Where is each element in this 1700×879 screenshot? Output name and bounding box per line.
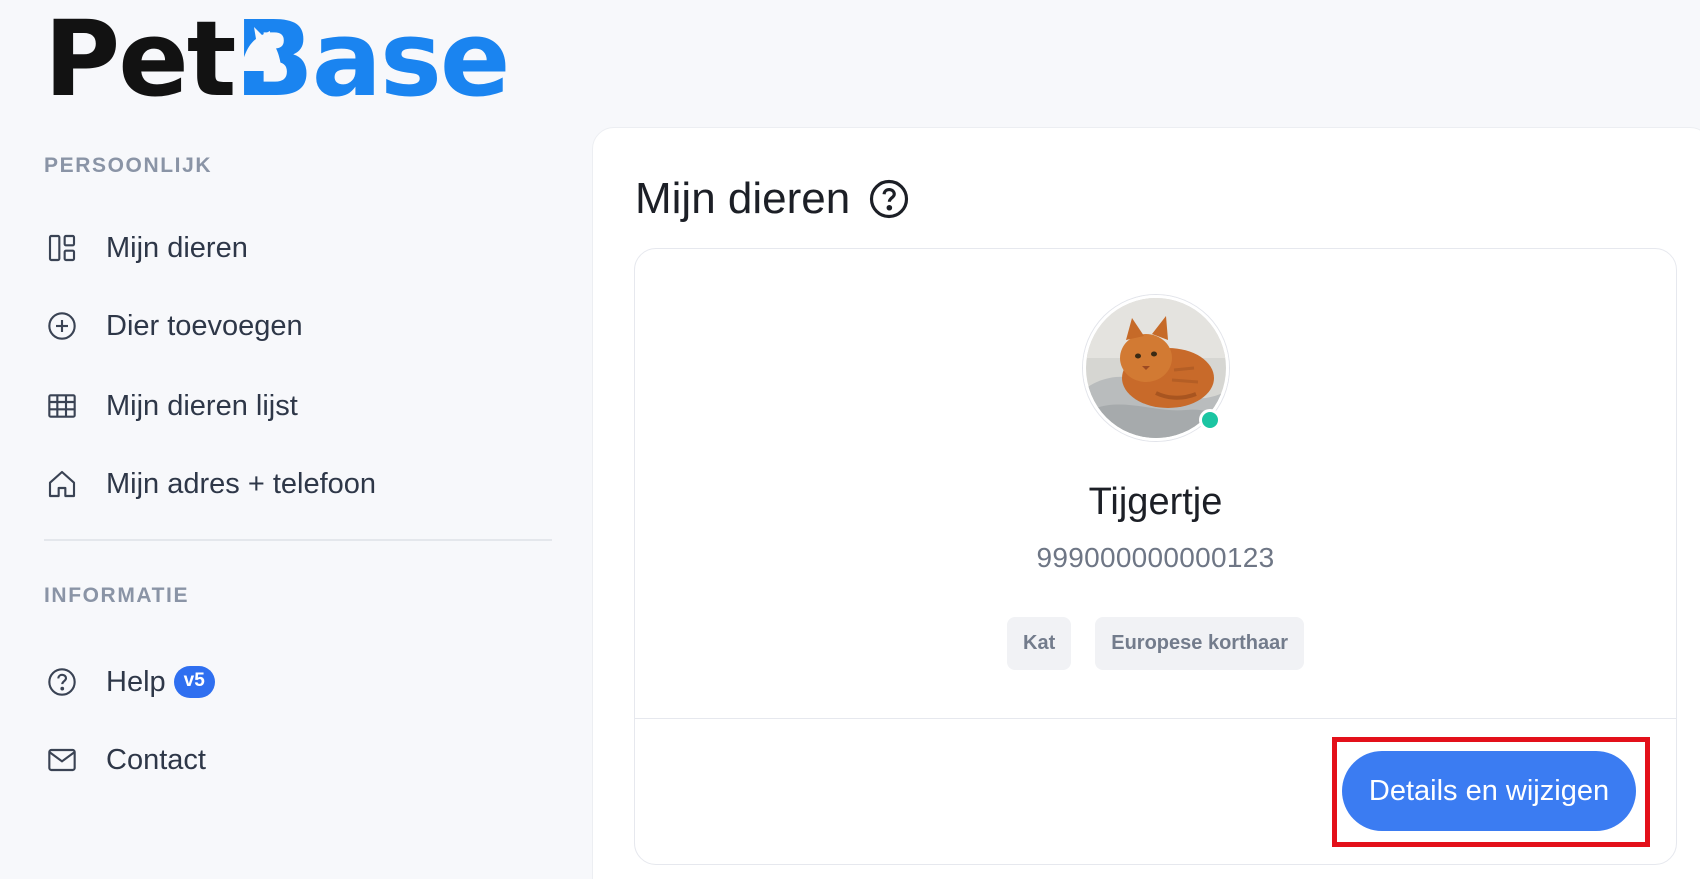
section-title-personal: PERSOONLIJK <box>44 154 213 177</box>
tag-species: Kat <box>1007 617 1072 670</box>
sidebar-item-mijn-adres[interactable]: Mijn adres + telefoon <box>44 464 376 504</box>
sidebar-item-label: Contact <box>106 743 206 776</box>
question-circle-icon[interactable] <box>868 178 910 220</box>
sidebar-divider <box>44 539 552 541</box>
question-circle-icon <box>44 664 80 700</box>
sidebar-item-label: Help <box>106 665 166 698</box>
main-panel: Mijn dieren Tijgertje 999000000000123 Ka… <box>592 127 1700 879</box>
petbase-logo[interactable]: PetBase <box>44 0 511 120</box>
home-icon <box>44 466 80 502</box>
sidebar-item-label: Mijn dieren lijst <box>106 389 298 422</box>
sidebar-item-label: Dier toevoegen <box>106 309 303 342</box>
logo-cat-silhouette-icon <box>240 27 283 71</box>
pet-chip-number: 999000000000123 <box>1036 542 1275 573</box>
details-edit-button[interactable]: Details en wijzigen <box>1342 751 1636 831</box>
logo-text-pet: Pet <box>44 0 236 120</box>
table-icon <box>44 388 80 424</box>
online-status-dot <box>1199 409 1221 431</box>
sidebar-item-mijn-dieren[interactable]: Mijn dieren <box>44 228 248 268</box>
sidebar-item-dier-toevoegen[interactable]: Dier toevoegen <box>44 306 303 346</box>
sidebar-item-contact[interactable]: Contact <box>44 740 206 780</box>
pet-avatar-wrapper <box>1083 295 1229 441</box>
pet-name: Tijgertje <box>1088 481 1223 523</box>
plus-circle-icon <box>44 308 80 344</box>
page-title: Mijn dieren <box>635 174 910 224</box>
dashboard-icon <box>44 230 80 266</box>
sidebar-item-help[interactable]: Help v5 <box>44 662 215 702</box>
logo-b-mark: B <box>234 7 313 111</box>
logo-text-ase: ase <box>311 0 511 120</box>
card-divider <box>635 718 1676 719</box>
sidebar-item-label: Mijn adres + telefoon <box>106 467 377 500</box>
sidebar-item-label: Mijn dieren <box>106 231 248 264</box>
version-badge: v5 <box>173 666 215 698</box>
tag-breed: Europese korthaar <box>1095 617 1304 670</box>
page-title-text: Mijn dieren <box>635 174 851 223</box>
envelope-icon <box>44 742 80 778</box>
section-title-info: INFORMATIE <box>44 584 190 607</box>
pet-card: Tijgertje 999000000000123 Kat Europese k… <box>634 248 1677 865</box>
sidebar-item-mijn-dieren-lijst[interactable]: Mijn dieren lijst <box>44 386 298 426</box>
pet-tags: Kat Europese korthaar <box>635 617 1676 670</box>
